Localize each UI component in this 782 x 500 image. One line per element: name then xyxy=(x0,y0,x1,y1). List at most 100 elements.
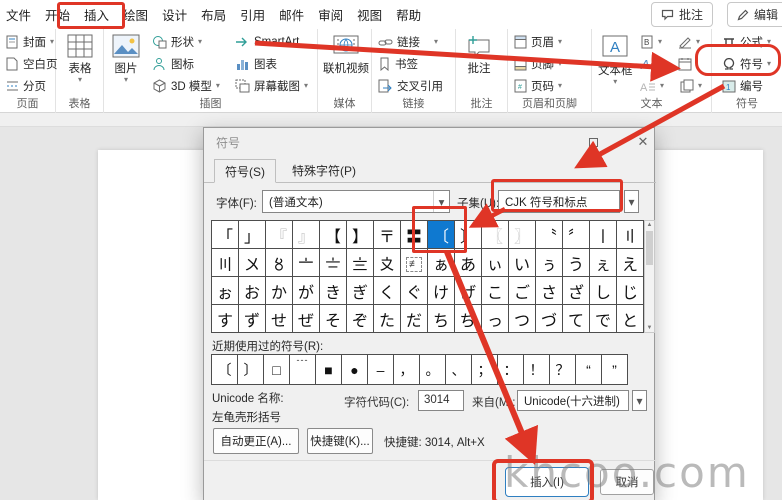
recent-symbol-cell[interactable]: 〔 xyxy=(211,354,238,385)
symbol-cell[interactable]: け xyxy=(427,276,455,305)
symbol-cell[interactable]: 〢 xyxy=(616,220,644,249)
symbol-cell[interactable]: ぇ xyxy=(589,248,617,277)
recent-symbol-cell[interactable]: □ xyxy=(263,354,290,385)
grid-scrollbar[interactable]: ▲ ▼ xyxy=(644,220,655,333)
autocorrect-button[interactable]: 自动更正(A)... xyxy=(213,428,299,454)
blank-page-button[interactable]: 空白页 xyxy=(6,55,58,73)
maximize-icon[interactable] xyxy=(582,132,604,152)
symbol-cell[interactable]: ぉ xyxy=(211,276,239,305)
menu-mailings[interactable]: 邮件 xyxy=(279,5,304,24)
wordart-button[interactable]: A ▾ xyxy=(640,55,692,73)
dropcap-button[interactable]: A ▾ ▾ xyxy=(640,77,702,95)
icons-button[interactable]: 图标 xyxy=(152,55,194,73)
recent-symbol-cell[interactable]: 、 xyxy=(445,354,472,385)
footer-button[interactable]: 页脚 ▾ xyxy=(514,55,562,73)
symbol-cell[interactable]: 〓 xyxy=(400,220,428,249)
symbol-cell[interactable]: ぃ xyxy=(481,248,509,277)
menu-review[interactable]: 审阅 xyxy=(318,5,343,24)
symbol-cell[interactable]: ≢ xyxy=(400,248,428,277)
symbol-cell[interactable]: じ xyxy=(616,276,644,305)
symbol-cell[interactable]: 』 xyxy=(292,220,320,249)
symbol-cell[interactable]: き xyxy=(319,276,347,305)
symbol-cell[interactable]: だ xyxy=(400,304,428,333)
menu-draw[interactable]: 绘图 xyxy=(123,5,148,24)
close-icon[interactable]: ✕ xyxy=(632,132,654,152)
symbol-cell[interactable]: 〦 xyxy=(292,248,320,277)
cross-reference-button[interactable]: 交叉引用 xyxy=(378,77,443,95)
symbol-cell[interactable]: 」 xyxy=(238,220,266,249)
symbol-cell[interactable]: す xyxy=(211,304,239,333)
menu-file[interactable]: 文件 xyxy=(6,5,31,24)
edit-button[interactable]: 编辑 xyxy=(726,2,782,27)
shapes-button[interactable]: 形状 ▾ xyxy=(152,33,202,51)
tab-special-characters[interactable]: 特殊字符(P) xyxy=(282,159,366,183)
symbol-cell[interactable]: し xyxy=(589,276,617,305)
symbol-cell[interactable]: せ xyxy=(265,304,293,333)
symbol-cell[interactable]: 〕 xyxy=(454,220,482,249)
symbol-cell[interactable]: ぜ xyxy=(292,304,320,333)
symbol-cell[interactable]: 〔 xyxy=(427,220,455,249)
recent-symbol-cell[interactable]: ” xyxy=(601,354,628,385)
symbol-cell[interactable]: い xyxy=(508,248,536,277)
symbol-cell[interactable]: ぢ xyxy=(454,304,482,333)
menu-layout[interactable]: 布局 xyxy=(201,5,226,24)
recent-symbol-cell[interactable]: – xyxy=(367,354,394,385)
symbol-cell[interactable]: 】 xyxy=(346,220,374,249)
symbol-cell[interactable]: ぅ xyxy=(535,248,563,277)
page-break-button[interactable]: 分页 xyxy=(6,77,46,95)
symbol-cell[interactable]: え xyxy=(616,248,644,277)
symbol-cell[interactable]: ぎ xyxy=(346,276,374,305)
chevron-down-icon[interactable]: ▾ xyxy=(433,191,449,212)
from-select[interactable]: Unicode(十六进制) xyxy=(517,390,629,411)
symbol-cell[interactable]: づ xyxy=(535,304,563,333)
menu-design[interactable]: 设计 xyxy=(162,5,187,24)
symbol-cell[interactable]: 〖 xyxy=(481,220,509,249)
online-video-button[interactable]: 联机视频 xyxy=(323,34,369,76)
picture-button[interactable]: 图片 ▾ xyxy=(112,34,140,84)
symbol-cell[interactable]: 『 xyxy=(265,220,293,249)
recent-symbol-cell[interactable]: ■ xyxy=(315,354,342,385)
bookmark-button[interactable]: 书签 xyxy=(378,55,418,73)
symbol-cell[interactable]: っ xyxy=(481,304,509,333)
symbol-cell[interactable]: く xyxy=(373,276,401,305)
symbol-cell[interactable]: ざ xyxy=(562,276,590,305)
menu-insert[interactable]: 插入 xyxy=(84,5,109,24)
menu-references[interactable]: 引用 xyxy=(240,5,265,24)
menu-help[interactable]: 帮助 xyxy=(396,5,421,24)
recent-symbol-cell[interactable]: ！ xyxy=(523,354,550,385)
scroll-down-icon[interactable]: ▼ xyxy=(645,325,654,331)
menu-home[interactable]: 开始 xyxy=(45,5,70,24)
recent-symbol-cell[interactable]: ： xyxy=(497,354,524,385)
recent-symbol-cell[interactable]: ● xyxy=(341,354,368,385)
symbol-cell[interactable]: ず xyxy=(238,304,266,333)
from-dropdown-icon[interactable]: ▾ xyxy=(632,390,647,411)
recent-symbol-cell[interactable]: ； xyxy=(471,354,498,385)
symbol-cell[interactable]: 〒 xyxy=(373,220,401,249)
symbol-cell[interactable]: 〩 xyxy=(373,248,401,277)
symbol-cell[interactable]: 〝 xyxy=(535,220,563,249)
recent-symbol-cell[interactable]: 。 xyxy=(419,354,446,385)
symbol-cell[interactable]: 〞 xyxy=(562,220,590,249)
symbol-cell[interactable]: ぁ xyxy=(427,248,455,277)
numbering-button[interactable]: 1 编号 xyxy=(722,77,763,95)
link-button[interactable]: 链接 ▾ xyxy=(378,33,438,51)
symbol-cell[interactable]: う xyxy=(562,248,590,277)
symbol-cell[interactable]: と xyxy=(616,304,644,333)
recent-symbol-cell[interactable]: “ xyxy=(575,354,602,385)
recent-symbol-cell[interactable]: ？ xyxy=(549,354,576,385)
symbol-cell[interactable]: 〨 xyxy=(346,248,374,277)
symbol-cell[interactable]: 〤 xyxy=(238,248,266,277)
quick-parts-button[interactable]: B ▾ ▾ xyxy=(640,33,700,51)
chart-button[interactable]: 图表 xyxy=(235,55,277,73)
character-code-input[interactable]: 3014 xyxy=(418,390,464,411)
symbol-cell[interactable]: で xyxy=(589,304,617,333)
symbol-cell[interactable]: 〣 xyxy=(211,248,239,277)
recent-symbol-cell[interactable]: ， xyxy=(393,354,420,385)
smartart-button[interactable]: SmartArt xyxy=(235,33,299,51)
page-number-button[interactable]: # 页码 ▾ xyxy=(514,77,562,95)
symbol-cell[interactable]: て xyxy=(562,304,590,333)
symbol-cell[interactable]: こ xyxy=(481,276,509,305)
symbol-cell[interactable]: 〧 xyxy=(319,248,347,277)
symbol-cell[interactable]: ぐ xyxy=(400,276,428,305)
comments-button[interactable]: 批注 xyxy=(650,2,713,27)
